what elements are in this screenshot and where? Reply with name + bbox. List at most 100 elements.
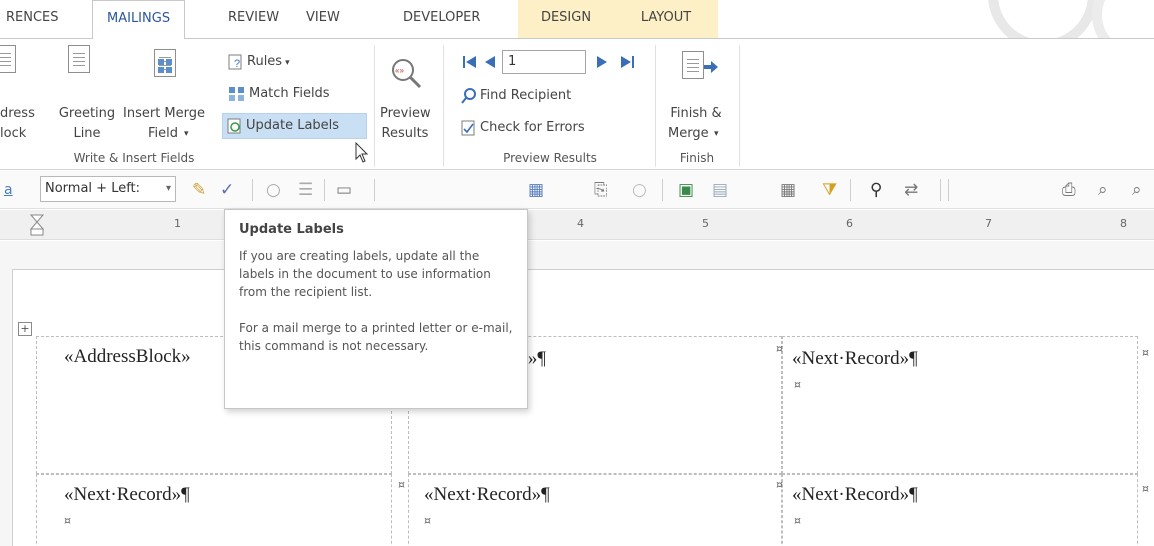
check-errors-icon xyxy=(461,120,475,135)
mouse-cursor-icon xyxy=(355,142,369,163)
ribbon-tabs: RENCES MAILINGS REVIEW VIEW DEVELOPER DE… xyxy=(0,0,1154,60)
print-preview-icon[interactable]: ⎙ xyxy=(1062,180,1076,200)
group-separator xyxy=(443,45,444,167)
group-label-write-insert: Write & Insert Fields xyxy=(73,151,195,165)
table-icon[interactable]: ▦ xyxy=(528,180,544,200)
table-move-handle-icon[interactable]: + xyxy=(18,322,32,336)
chevron-down-icon: ▾ xyxy=(714,129,719,139)
rules-label: Rules xyxy=(247,54,283,69)
paste-icon[interactable]: ⎘ xyxy=(594,180,608,200)
magnifier-abc-icon: «» xyxy=(392,59,422,89)
finish-merge-label-1: Finish & xyxy=(670,106,722,121)
filter-icon[interactable]: ⧩ xyxy=(822,180,837,200)
insert-merge-field-label-2: Field xyxy=(148,126,179,141)
merge-field-next-record[interactable]: «Next·Record»¶ xyxy=(792,484,918,506)
end-of-cell-mark: ¤ xyxy=(64,514,71,527)
toolbar-separator xyxy=(662,179,663,201)
tab-design[interactable]: DESIGN xyxy=(518,0,614,38)
ruler-number: 7 xyxy=(985,217,992,230)
end-of-cell-mark: ¤ xyxy=(794,378,801,391)
tab-layout[interactable]: LAYOUT xyxy=(614,0,718,38)
toolbar-separator xyxy=(948,179,949,201)
group-separator xyxy=(739,45,740,167)
preview-results-label-1: Preview xyxy=(380,106,431,121)
ruler-number: 5 xyxy=(702,217,709,230)
find-recipient-button[interactable]: Find Recipient xyxy=(461,85,571,107)
horizontal-ruler[interactable]: 1 4 5 6 7 8 xyxy=(0,210,1154,240)
circle-icon[interactable]: ○ xyxy=(266,180,281,200)
insert-merge-field-label-1: Insert Merge xyxy=(123,106,205,121)
merge-field-next-record[interactable]: «Next·Record»¶ xyxy=(792,348,918,370)
end-of-cell-mark: ¤ xyxy=(794,514,801,527)
chevron-down-icon: ▾ xyxy=(184,129,189,139)
list-icon[interactable]: ☰ xyxy=(298,180,313,200)
update-labels-icon xyxy=(227,118,241,133)
finish-merge-label-2: Merge xyxy=(668,126,709,141)
zoom-icon[interactable]: ⌕ xyxy=(1132,180,1142,200)
update-labels-tooltip: Update Labels If you are creating labels… xyxy=(224,209,528,409)
box-icon[interactable]: ▣ xyxy=(678,180,694,200)
search-icon xyxy=(461,87,476,104)
merge-field-next-record[interactable]: «Next·Record»¶ xyxy=(424,484,550,506)
ruler-number: 8 xyxy=(1120,217,1127,230)
address-block-label-1: dress xyxy=(0,106,35,121)
first-record-icon[interactable] xyxy=(462,55,478,69)
tab-developer[interactable]: DEVELOPER xyxy=(403,10,480,25)
style-value: Normal + Left: xyxy=(45,181,141,196)
greeting-line-icon xyxy=(68,45,90,73)
svg-text:«»: «» xyxy=(395,66,404,75)
tab-review[interactable]: REVIEW xyxy=(228,10,279,25)
tab-mailings[interactable]: MAILINGS xyxy=(92,0,186,39)
check-for-errors-button[interactable]: Check for Errors xyxy=(461,117,585,139)
rules-button[interactable]: ? Rules ▾ xyxy=(228,51,290,73)
preview-results-label-2: Results xyxy=(381,126,429,141)
next-record-icon[interactable] xyxy=(596,55,608,69)
record-number-input[interactable]: 1 xyxy=(502,50,586,74)
format-painter-icon[interactable]: ✎ xyxy=(192,180,206,200)
circle-icon[interactable]: ○ xyxy=(632,180,647,200)
zoom-page-icon[interactable]: ⌕ xyxy=(1098,180,1108,200)
spelling-check-icon[interactable]: ✓ xyxy=(220,180,234,200)
check-for-errors-label: Check for Errors xyxy=(480,120,585,135)
styles-icon[interactable]: a xyxy=(4,180,13,200)
toolbar-separator xyxy=(252,179,253,201)
quick-toolbar: a Normal + Left: ▾ ✎ ✓ ○ ☰ ▭ ▦ ⎘ ○ ▣ ▤ ▦… xyxy=(0,171,1154,209)
end-of-cell-mark: ¤ xyxy=(424,514,431,527)
end-of-cell-mark: ¤ xyxy=(776,342,783,355)
rules-icon: ? xyxy=(228,54,242,70)
address-block-icon xyxy=(0,45,16,73)
tooltip-body: For a mail merge to a printed letter or … xyxy=(239,321,513,353)
tab-view[interactable]: VIEW xyxy=(306,10,340,25)
chevron-down-icon: ▾ xyxy=(165,183,171,194)
table-grid-icon[interactable]: ▦ xyxy=(780,180,796,200)
merge-field-address-block[interactable]: «AddressBlock» xyxy=(64,346,191,368)
ruler-number: 4 xyxy=(577,217,584,230)
toolbar-separator xyxy=(940,179,941,201)
replace-icon[interactable]: ⇄ xyxy=(904,180,918,200)
match-fields-button[interactable]: Match Fields xyxy=(228,83,330,105)
grid-icon[interactable]: ▤ xyxy=(712,180,728,200)
indent-marker-icon[interactable] xyxy=(30,214,44,236)
greeting-line-label-2: Line xyxy=(73,126,101,141)
tooltip-body: If you are creating labels, update all t… xyxy=(239,249,491,299)
group-separator xyxy=(374,45,375,167)
group-label-preview-results: Preview Results xyxy=(503,151,597,165)
merge-field-next-record[interactable]: «Next·Record»¶ xyxy=(64,484,190,506)
last-record-icon[interactable] xyxy=(620,55,636,69)
shapes-icon[interactable]: ▭ xyxy=(336,180,352,200)
update-labels-button[interactable]: Update Labels xyxy=(222,113,367,139)
tooltip-title: Update Labels xyxy=(239,222,344,237)
greeting-line-label-1: Greeting xyxy=(58,106,116,121)
style-dropdown[interactable]: Normal + Left: ▾ xyxy=(40,176,176,202)
match-fields-icon xyxy=(229,86,244,101)
ribbon: dress lock Greeting Line Insert Merge Fi… xyxy=(0,38,1154,170)
toolbar-separator xyxy=(324,179,325,201)
tab-references[interactable]: RENCES xyxy=(6,10,59,25)
binoculars-icon[interactable]: ⚲ xyxy=(870,180,882,200)
previous-record-icon[interactable] xyxy=(484,55,496,69)
update-labels-label: Update Labels xyxy=(246,118,340,133)
finish-merge-icon xyxy=(682,51,704,79)
end-of-cell-mark: ¤ xyxy=(398,478,405,491)
address-block-label-2: lock xyxy=(0,126,27,141)
end-of-row-mark: ¤ xyxy=(1142,346,1149,359)
